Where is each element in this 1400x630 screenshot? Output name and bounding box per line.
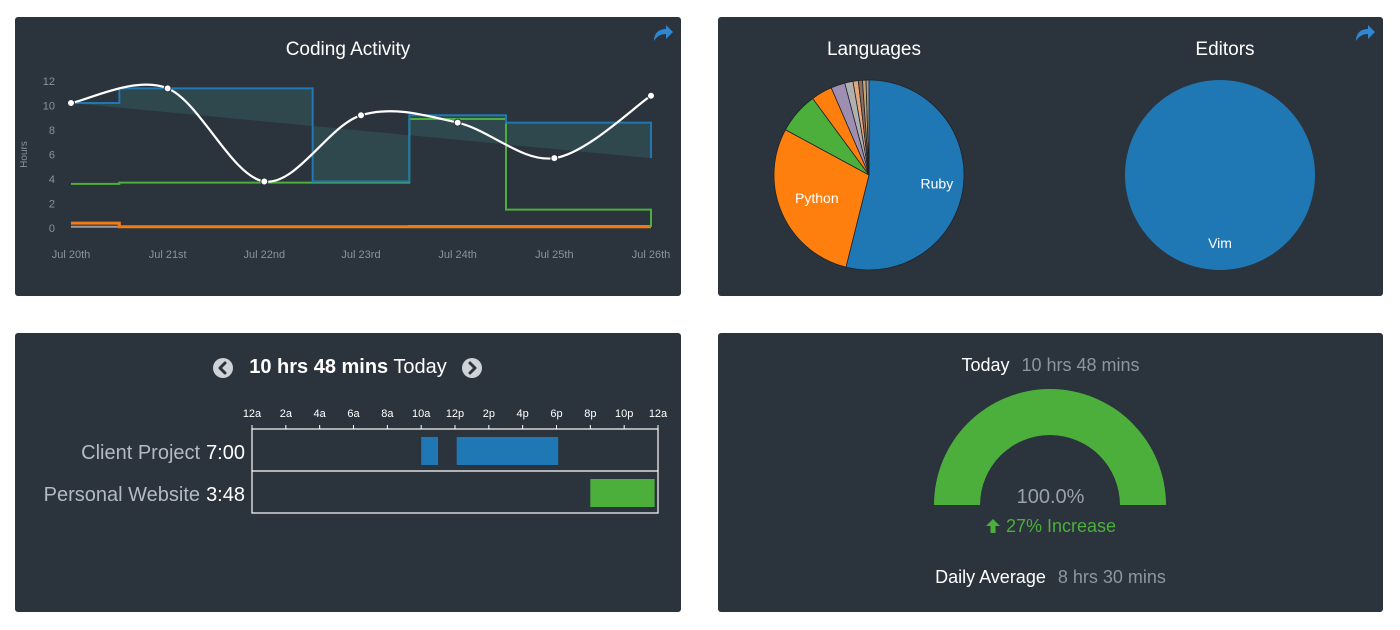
total-point: [550, 154, 559, 163]
hour-label: 12a: [243, 408, 262, 420]
hour-label: 6p: [550, 408, 562, 420]
y-tick-label: 6: [49, 150, 55, 162]
pie-label: Vim: [1208, 235, 1232, 251]
daily-average-label: Daily Average: [935, 567, 1046, 587]
hour-label: 4a: [314, 408, 327, 420]
x-tick-label: Jul 22nd: [244, 249, 286, 261]
x-tick-label: Jul 26th: [632, 249, 671, 261]
gauge-percent: 100.0%: [1016, 486, 1085, 508]
y-tick-label: 12: [43, 76, 55, 88]
y-tick-label: 4: [49, 174, 55, 186]
daily-timeline-panel: 10 hrs 48 mins Today Client Project 7:00 …: [15, 333, 681, 612]
total-point: [357, 111, 365, 120]
hour-label: 8a: [381, 408, 394, 420]
y-axis-label: Hours: [19, 141, 30, 168]
x-tick-label: Jul 20th: [52, 249, 91, 261]
x-tick-label: Jul 23rd: [341, 249, 380, 261]
pie-label: Python: [795, 190, 839, 206]
y-tick-label: 2: [49, 199, 55, 211]
x-tick-label: Jul 21st: [149, 249, 187, 261]
area-fill: [71, 88, 651, 182]
total-point: [260, 177, 269, 186]
pie-label: Ruby: [921, 175, 954, 191]
arrow-up-icon: [985, 519, 1000, 533]
hour-label: 2p: [483, 408, 495, 420]
hour-label: 8p: [584, 408, 596, 420]
change-text: 27% Increase: [1005, 516, 1117, 536]
total-point: [163, 84, 172, 93]
daily-average-value: 8 hrs 30 mins: [1057, 567, 1166, 587]
total-point: [647, 91, 655, 100]
daily-average-summary: Daily Average 8 hrs 30 mins: [718, 567, 1383, 588]
total-point: [453, 118, 462, 127]
coding-activity-chart: 0 2 4 6 8 10 12 Hours Jul 20th Jul 21st Jul 22nd Ju…: [19, 76, 671, 261]
hour-label: 12p: [446, 408, 464, 420]
timeline-block: [456, 437, 559, 465]
y-tick-label: 10: [43, 101, 55, 113]
hour-label: 10p: [615, 408, 633, 420]
hour-label: 4p: [517, 408, 529, 420]
total-point: [67, 99, 75, 108]
hour-label: 12a: [649, 408, 668, 420]
change-indicator: 27% Increase: [718, 516, 1383, 537]
y-tick-label: 8: [49, 125, 55, 137]
x-tick-label: Jul 25th: [535, 249, 574, 261]
languages-editors-panel: Languages Editors Ruby Python Vim: [718, 17, 1383, 296]
hour-label: 2a: [280, 408, 293, 420]
pie-charts: Ruby Python Vim: [773, 79, 1315, 271]
coding-activity-panel: Coding Activity 0 2 4 6 8 10 12 Hours Jul 20th Ju…: [15, 17, 681, 296]
hour-label: 10a: [412, 408, 431, 420]
goal-panel: Today 10 hrs 48 mins 100.0% 27% Increase …: [718, 333, 1383, 612]
series-line: [71, 221, 651, 229]
x-tick-label: Jul 24th: [438, 249, 477, 261]
timeline-block: [421, 437, 439, 465]
timeline-block: [590, 479, 655, 507]
timeline-chart: 12a 2a 4a 6a 8a 10a 12p 2p 4p 6p 8p 10p 12a: [243, 408, 668, 514]
y-tick-label: 0: [49, 223, 55, 235]
hour-label: 6a: [347, 408, 360, 420]
